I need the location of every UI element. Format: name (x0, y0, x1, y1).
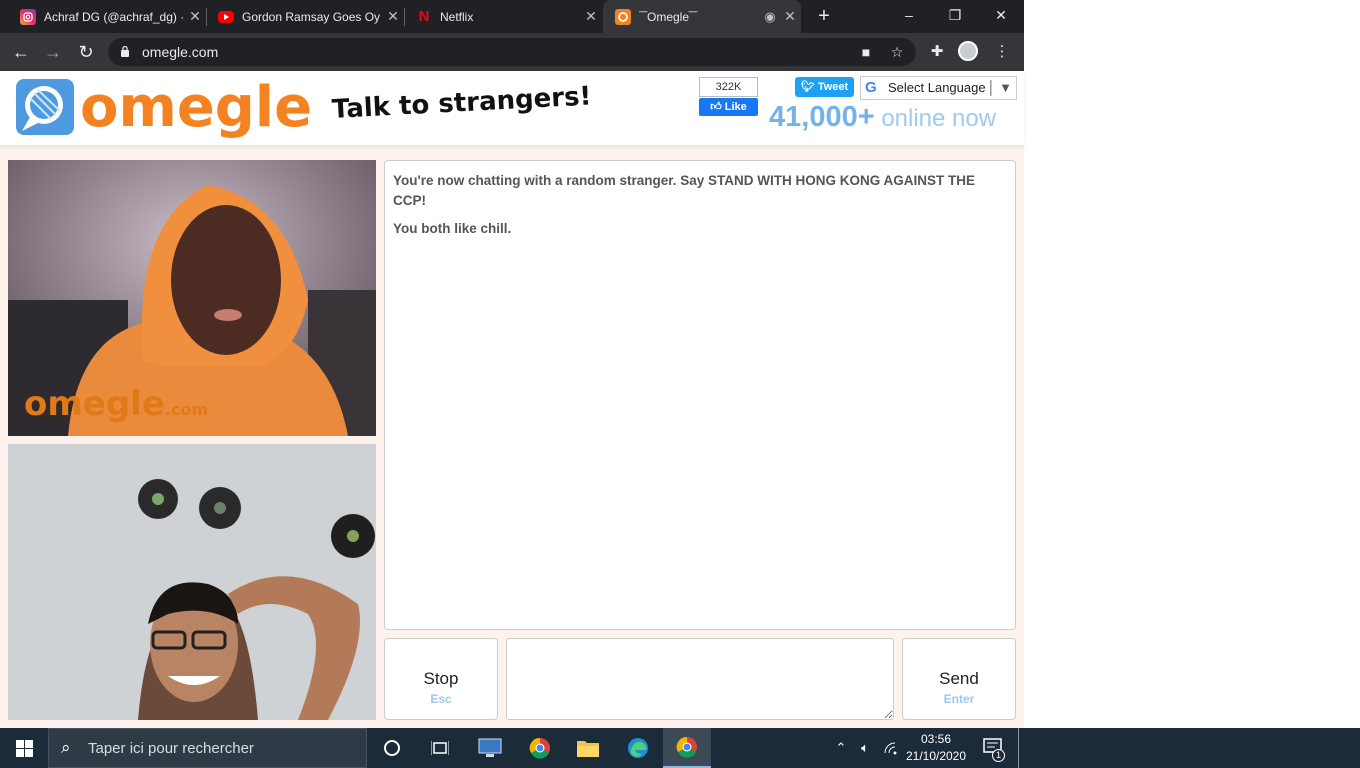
like-count: 322K (699, 77, 758, 97)
common-interest-message: You both like chill. (393, 221, 512, 236)
close-tab-icon[interactable]: ✕ (779, 8, 801, 25)
tab-youtube[interactable]: Gordon Ramsay Goes Oy ✕ (206, 0, 404, 33)
twitter-bird-icon: 🐦︎ (800, 81, 815, 93)
windows-logo-icon (15, 739, 33, 757)
folder-icon (577, 741, 599, 757)
camera-icon[interactable]: ■ (857, 43, 875, 61)
tab-title: Gordon Ramsay Goes Oy (242, 9, 381, 24)
chrome-icon (676, 736, 697, 758)
taskbar-search-box[interactable]: ⌕ Taper ici pour rechercher (48, 728, 367, 768)
tab-strip: Achraf DG (@achraf_dg) · ✕ Gordon Ramsay… (0, 0, 1024, 33)
like-label: Like (724, 101, 747, 113)
tab-omegle[interactable]: ‾‾Omegle‾‾ ◉ ✕ (603, 0, 801, 33)
google-g-icon: G (865, 79, 877, 96)
search-placeholder: Taper ici pour rechercher (88, 740, 254, 757)
reload-button[interactable]: ↻ (73, 40, 99, 64)
clock-time: 03:56 (920, 732, 952, 746)
watermark-suffix: .com (164, 400, 209, 419)
omegle-logo-text[interactable]: omegle (80, 75, 312, 140)
chat-status-message: You're now chatting with a random strang… (393, 173, 976, 208)
url-text: omegle.com (142, 44, 219, 60)
self-video (8, 444, 376, 720)
star-icon[interactable]: ☆ (888, 43, 906, 61)
online-label: online now (881, 105, 997, 132)
system-clock[interactable]: 03:56 21/10/2020 (898, 731, 974, 765)
send-shortcut: Enter (943, 692, 975, 706)
volume-icon[interactable]: 🔈︎ (854, 728, 876, 768)
menu-icon[interactable]: ⋮ (991, 41, 1013, 63)
monitor-icon (478, 738, 502, 757)
windows-taskbar: ⌕ Taper ici pour rechercher ⌃ 🔈︎ 03:56 2… (0, 728, 1360, 768)
chrome-icon (529, 737, 550, 759)
task-view-button[interactable] (416, 728, 464, 768)
action-center-button[interactable]: 1 (980, 728, 1010, 768)
close-tab-icon[interactable]: ✕ (580, 8, 602, 25)
recording-icon: ◉ (764, 8, 776, 24)
tab-netflix[interactable]: N Netflix ✕ (404, 0, 602, 33)
close-tab-icon[interactable]: ✕ (184, 8, 206, 25)
restore-button[interactable]: ❐ (932, 0, 978, 30)
tweet-label: Tweet (817, 81, 849, 93)
edge-app[interactable] (614, 728, 662, 768)
omegle-icon (615, 8, 631, 25)
omegle-header: omegle Talk to strangers! 322K 👍︎ Like 🐦… (0, 71, 1024, 145)
remote-desktop-app[interactable] (466, 728, 514, 768)
language-select[interactable]: G Select Language │ ▼ (860, 76, 1017, 100)
facebook-like-button[interactable]: 👍︎ Like (699, 98, 758, 116)
thumbs-up-icon: 👍︎ (710, 101, 722, 113)
back-button[interactable]: ← (8, 40, 34, 64)
address-bar[interactable]: omegle.com ■ ☆ (108, 38, 916, 66)
online-counter: 41,000+ online now (769, 101, 996, 134)
language-select-label: Select Language (888, 80, 986, 95)
stop-label: Stop (423, 669, 459, 688)
tab-title: Netflix (440, 9, 474, 24)
tweet-button[interactable]: 🐦︎ Tweet (795, 77, 854, 97)
chat-log: You're now chatting with a random strang… (384, 160, 1016, 630)
notification-badge: 1 (992, 749, 1005, 762)
send-label: Send (939, 669, 979, 688)
watermark-text: omegle (24, 384, 165, 424)
lock-icon (121, 45, 129, 57)
omegle-logo-icon[interactable] (16, 79, 74, 135)
start-button[interactable] (0, 728, 48, 768)
stop-button[interactable]: Stop Esc (384, 638, 498, 720)
stop-shortcut: Esc (430, 692, 452, 706)
new-tab-button[interactable]: + (812, 4, 836, 28)
desktop-blank-area (1024, 0, 1360, 728)
tab-instagram[interactable]: Achraf DG (@achraf_dg) · ✕ (8, 0, 206, 33)
forward-button[interactable]: → (40, 40, 66, 64)
cortana-button[interactable] (368, 728, 416, 768)
close-tab-icon[interactable]: ✕ (382, 8, 404, 25)
show-hidden-icons-chevron-icon[interactable]: ⌃ (830, 728, 852, 768)
profile-avatar[interactable] (958, 41, 980, 63)
dropdown-arrow-icon: │ ▼ (987, 80, 1012, 95)
facebook-like-widget[interactable]: 322K 👍︎ Like (699, 77, 758, 117)
extensions-icon[interactable]: ✚ (926, 41, 948, 63)
online-count: 41,000+ (769, 101, 875, 133)
instagram-icon (20, 8, 36, 25)
youtube-icon (218, 10, 234, 23)
tab-title: ‾‾Omegle‾‾ (639, 9, 698, 24)
browser-window: Achraf DG (@achraf_dg) · ✕ Gordon Ramsay… (0, 0, 1024, 728)
tab-title: Achraf DG (@achraf_dg) · (44, 9, 184, 24)
omegle-page: omegle Talk to strangers! 322K 👍︎ Like 🐦… (0, 71, 1024, 728)
edge-icon (628, 738, 648, 758)
clock-date: 21/10/2020 (905, 749, 967, 763)
omegle-watermark: omegle.com (24, 384, 208, 424)
chrome-active-window[interactable] (663, 728, 711, 768)
netflix-icon: N (418, 8, 430, 25)
stranger-video: omegle.com (8, 160, 376, 436)
search-icon: ⌕ (61, 738, 71, 757)
show-desktop-button[interactable] (1018, 728, 1022, 768)
send-button[interactable]: Send Enter (902, 638, 1016, 720)
close-window-button[interactable]: ✕ (978, 0, 1024, 30)
minimize-button[interactable]: – (886, 0, 932, 30)
message-input[interactable] (506, 638, 894, 720)
browser-toolbar: ← → ↻ omegle.com ■ ☆ ✚ ⋮ (0, 33, 1024, 71)
tagline: Talk to strangers! (331, 81, 593, 125)
task-view-icon (431, 741, 449, 755)
file-explorer-app[interactable] (564, 728, 612, 768)
chrome-taskbar-app[interactable] (516, 728, 564, 768)
